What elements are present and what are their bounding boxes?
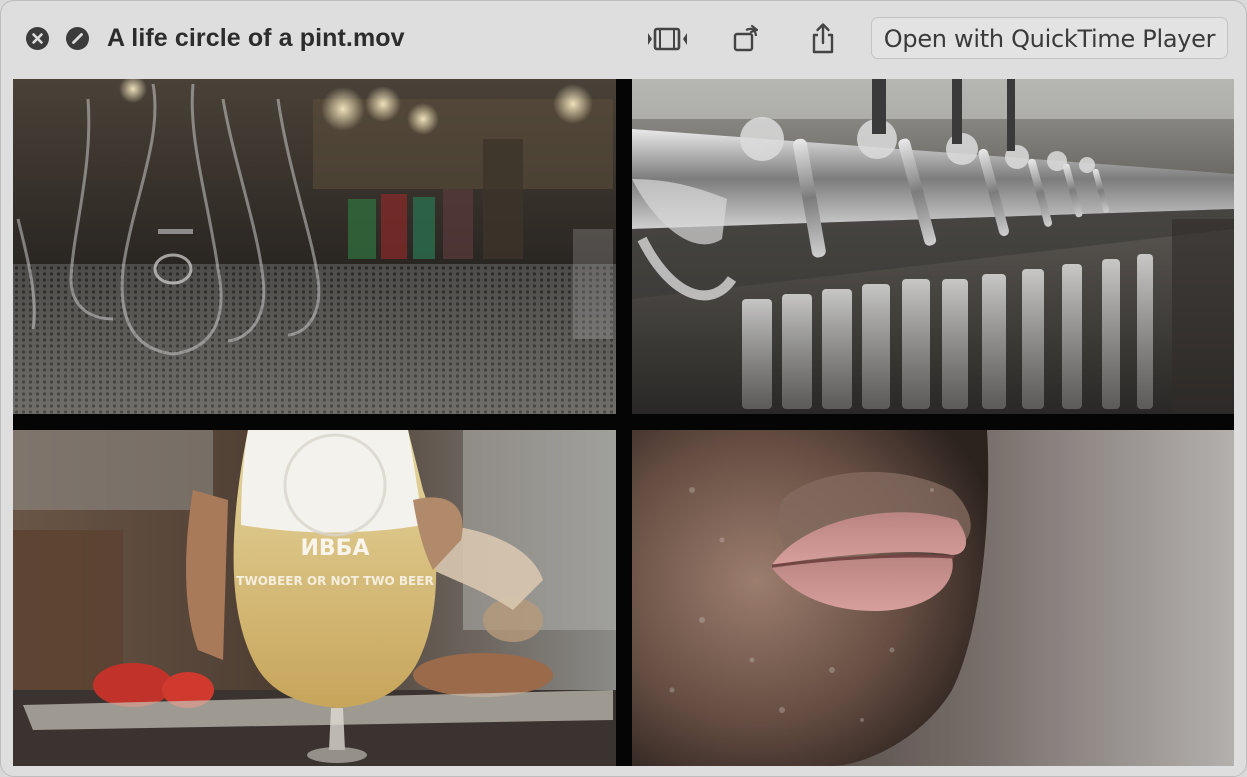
quick-look-window: A life circle of a pint.mov Open with Qu… [0,0,1247,777]
video-frame-pint-of-beer: ИВБА TWOBEER OR NOT TWO BEER [13,430,616,766]
video-player[interactable]: ИВБА TWOBEER OR NOT TWO BEER [13,79,1234,766]
rotate-icon[interactable] [728,21,768,57]
video-frame-glasses-on-bar [13,79,616,414]
window-title: A life circle of a pint.mov [107,24,405,52]
video-frame-beer-taps [632,79,1234,414]
open-with-quicktime-button[interactable]: Open with QuickTime Player [871,17,1228,59]
trim-film-icon[interactable] [646,21,687,57]
video-frame-man-lips [632,430,1234,766]
no-entry-icon[interactable] [66,27,89,50]
glass-slogan-text: TWOBEER OR NOT TWO BEER [236,574,433,588]
title-bar: A life circle of a pint.mov Open with Qu… [1,1,1246,77]
close-icon[interactable] [26,27,49,50]
share-icon[interactable] [804,21,844,57]
glass-logo-text: ИВБА [301,536,370,561]
